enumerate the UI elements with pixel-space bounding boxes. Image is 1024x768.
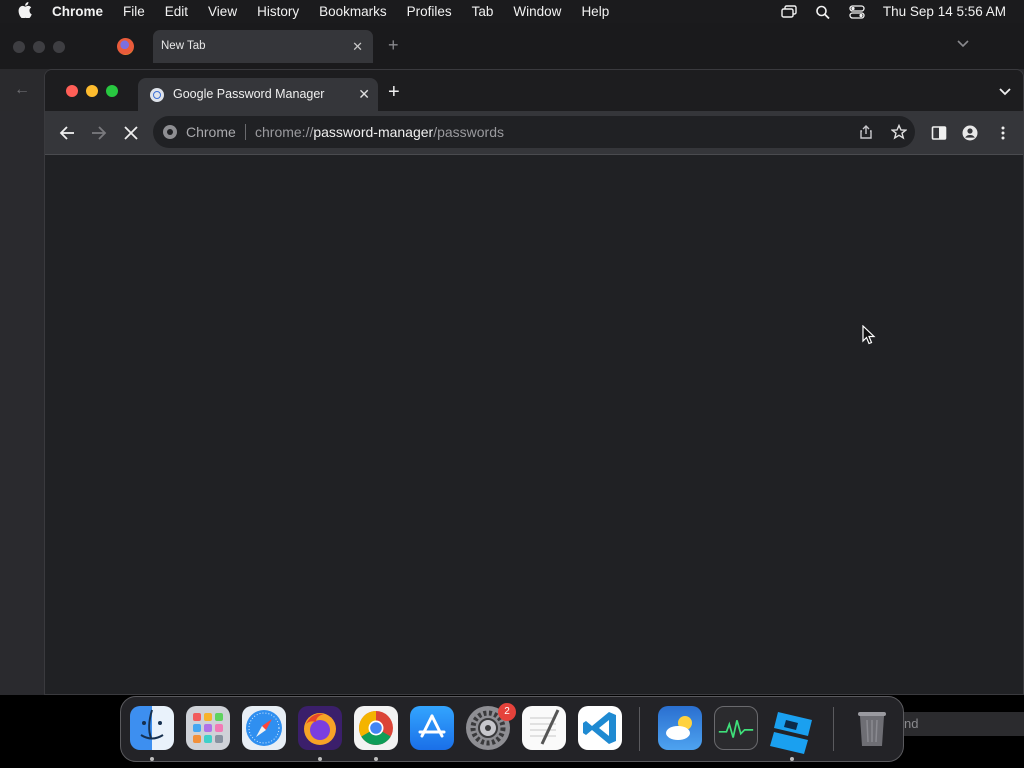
menu-bar: Chrome File Edit View History Bookmarks … bbox=[0, 0, 1024, 23]
weather-icon[interactable] bbox=[658, 706, 702, 750]
back-arrow-icon[interactable] bbox=[59, 125, 75, 141]
background-page-content bbox=[0, 111, 44, 695]
bookmark-star-icon[interactable] bbox=[891, 124, 907, 140]
background-tab-title: New Tab bbox=[161, 40, 206, 52]
password-manager-favicon-icon bbox=[150, 88, 164, 102]
zoom-window-button[interactable] bbox=[106, 85, 118, 97]
background-zoom-light[interactable] bbox=[53, 41, 65, 53]
tab-search-chevron-icon[interactable] bbox=[999, 87, 1011, 97]
chrome-icon[interactable] bbox=[354, 706, 398, 750]
menu-window[interactable]: Window bbox=[513, 4, 561, 19]
firefox-icon[interactable] bbox=[298, 706, 342, 750]
minimize-window-button[interactable] bbox=[86, 85, 98, 97]
menu-file[interactable]: File bbox=[123, 4, 145, 19]
safari-icon[interactable] bbox=[242, 706, 286, 750]
background-back-button[interactable]: ← bbox=[14, 81, 30, 99]
close-window-button[interactable] bbox=[66, 85, 78, 97]
side-panel-icon[interactable] bbox=[931, 125, 947, 141]
menu-app-name[interactable]: Chrome bbox=[52, 4, 103, 19]
new-tab-button[interactable]: + bbox=[388, 81, 400, 104]
app-store-icon[interactable] bbox=[410, 706, 454, 750]
textedit-icon[interactable] bbox=[522, 706, 566, 750]
site-chip-label: Chrome bbox=[186, 124, 236, 140]
vscode-icon[interactable] bbox=[578, 706, 622, 750]
screen-mirroring-icon[interactable] bbox=[781, 4, 797, 19]
launchpad-icon[interactable] bbox=[186, 706, 230, 750]
mouse-cursor-icon bbox=[862, 325, 876, 345]
url-text[interactable]: chrome://password-manager/passwords bbox=[255, 116, 504, 148]
background-text-field: nd bbox=[904, 712, 1024, 736]
forward-arrow-icon[interactable] bbox=[91, 125, 107, 141]
firefox-running-indicator bbox=[318, 757, 322, 761]
control-center-icon[interactable] bbox=[849, 4, 865, 19]
dock-separator-trash bbox=[833, 707, 834, 751]
background-partial-text: nd bbox=[904, 716, 919, 731]
search-icon[interactable] bbox=[815, 5, 831, 19]
url-host: password-manager bbox=[313, 124, 434, 140]
menubar-clock[interactable]: Thu Sep 14 5:56 AM bbox=[883, 4, 1006, 19]
background-tab[interactable]: New Tab ✕ bbox=[153, 30, 373, 63]
firefox-tab-icon[interactable] bbox=[117, 38, 134, 55]
menu-edit[interactable]: Edit bbox=[165, 4, 188, 19]
tab-close-icon[interactable]: ✕ bbox=[358, 78, 370, 111]
address-bar[interactable]: Chrome chrome://password-manager/passwor… bbox=[153, 116, 915, 148]
tab-title: Google Password Manager bbox=[173, 87, 325, 101]
background-tab-search-icon[interactable] bbox=[956, 37, 970, 51]
page-content bbox=[45, 155, 1023, 694]
trash-icon[interactable] bbox=[850, 706, 894, 750]
background-close-light[interactable] bbox=[13, 41, 25, 53]
background-new-tab-button[interactable]: + bbox=[388, 35, 399, 56]
chrome-site-icon[interactable] bbox=[163, 125, 177, 139]
tab-strip: Google Password Manager ✕ + bbox=[45, 70, 1023, 111]
menu-tab[interactable]: Tab bbox=[472, 4, 494, 19]
dock-separator bbox=[639, 707, 640, 751]
browser-toolbar: Chrome chrome://password-manager/passwor… bbox=[45, 111, 1023, 155]
background-tab-close-icon[interactable]: ✕ bbox=[352, 30, 363, 63]
activity-monitor-icon[interactable] bbox=[714, 706, 758, 750]
finder-running-indicator bbox=[150, 757, 154, 761]
menu-profiles[interactable]: Profiles bbox=[407, 4, 452, 19]
stop-loading-icon[interactable] bbox=[123, 125, 139, 141]
menu-view[interactable]: View bbox=[208, 4, 237, 19]
system-settings-badge: 2 bbox=[498, 703, 516, 721]
menu-bookmarks[interactable]: Bookmarks bbox=[319, 4, 387, 19]
background-minimize-light[interactable] bbox=[33, 41, 45, 53]
chrome-running-indicator bbox=[374, 757, 378, 761]
chrome-window: Google Password Manager ✕ + Chrome chrom… bbox=[44, 69, 1024, 695]
menu-history[interactable]: History bbox=[257, 4, 299, 19]
omnibox-divider bbox=[245, 124, 246, 140]
roblox-studio-icon[interactable] bbox=[768, 706, 812, 754]
menu-help[interactable]: Help bbox=[581, 4, 609, 19]
profile-avatar-icon[interactable] bbox=[962, 125, 978, 141]
dock: 2 bbox=[120, 696, 904, 762]
url-scheme: chrome:// bbox=[255, 124, 314, 140]
finder-icon[interactable] bbox=[130, 706, 174, 750]
tab-password-manager[interactable]: Google Password Manager ✕ bbox=[138, 78, 378, 111]
roblox-running-indicator bbox=[790, 757, 794, 761]
more-options-icon[interactable] bbox=[995, 125, 1011, 141]
url-path: /passwords bbox=[433, 124, 505, 140]
apple-menu-icon[interactable] bbox=[18, 2, 38, 21]
share-icon[interactable] bbox=[859, 124, 873, 140]
